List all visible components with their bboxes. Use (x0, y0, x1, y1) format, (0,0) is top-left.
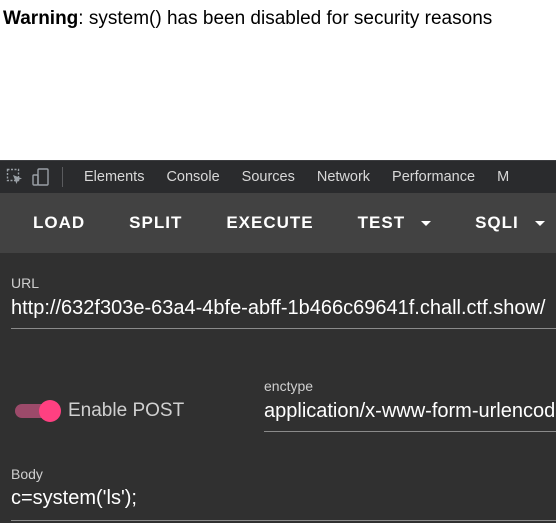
inspect-element-icon[interactable] (4, 166, 26, 188)
chevron-down-icon (534, 220, 545, 226)
toggle-knob (39, 400, 61, 422)
page-content: Warning: system() has been disabled for … (0, 0, 556, 160)
sqli-dropdown-button[interactable]: SQLI (453, 193, 556, 253)
body-input[interactable]: c=system('ls'); (11, 485, 556, 521)
devtools-divider (62, 167, 63, 187)
execute-button-label: EXECUTE (226, 213, 314, 232)
load-button[interactable]: LOAD (0, 193, 107, 253)
url-label: URL (11, 275, 40, 291)
split-button-label: SPLIT (129, 213, 183, 232)
devtools-tab-bar: Elements Console Sources Network Perform… (0, 160, 556, 193)
load-button-label: LOAD (33, 213, 86, 232)
tab-elements[interactable]: Elements (84, 169, 144, 185)
enctype-select[interactable]: application/x-www-form-urlencoded (264, 398, 556, 432)
sqli-button-label: SQLI (475, 213, 519, 232)
test-button-label: TEST (357, 213, 406, 232)
tab-sources[interactable]: Sources (242, 169, 295, 185)
device-toggle-icon[interactable] (30, 166, 52, 188)
test-dropdown-button[interactable]: TEST (336, 193, 453, 253)
enctype-label: enctype (264, 378, 314, 394)
warning-text: : system() has been disabled for securit… (78, 8, 493, 29)
tab-network[interactable]: Network (317, 169, 370, 185)
enable-post-label: Enable POST (68, 400, 185, 421)
enable-post-toggle[interactable] (13, 400, 61, 422)
tab-performance[interactable]: Performance (392, 169, 475, 185)
tab-memory-truncated[interactable]: M (497, 169, 509, 185)
tab-console[interactable]: Console (166, 169, 219, 185)
hackbar-panel: URL http://632f303e-63a4-4bfe-abff-1b466… (0, 253, 556, 523)
hackbar-toolbar: LOAD SPLIT EXECUTE TEST SQLI (0, 193, 556, 253)
split-button[interactable]: SPLIT (107, 193, 204, 253)
php-warning-message: Warning: system() has been disabled for … (3, 8, 492, 30)
chevron-down-icon (421, 220, 432, 226)
url-input[interactable]: http://632f303e-63a4-4bfe-abff-1b466c696… (11, 295, 556, 329)
body-label: Body (11, 466, 43, 482)
warning-label: Warning (3, 8, 79, 29)
execute-button[interactable]: EXECUTE (204, 193, 335, 253)
